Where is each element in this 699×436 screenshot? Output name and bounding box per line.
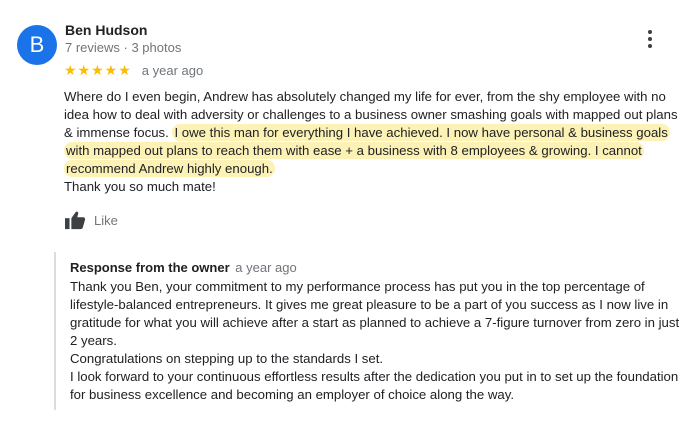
review-text: Where do I even begin, Andrew has absolu…	[64, 88, 684, 196]
thumbs-up-icon	[65, 211, 86, 230]
owner-response-paragraph: Congratulations on stepping up to the st…	[70, 351, 384, 366]
more-vertical-icon[interactable]	[642, 28, 658, 50]
owner-response-time: a year ago	[235, 260, 297, 275]
review-closing: Thank you so much mate!	[64, 179, 216, 194]
owner-response-body: Thank you Ben, your commitment to my per…	[70, 278, 688, 404]
review-time: a year ago	[141, 63, 204, 78]
owner-response-header: Response from the owner a year ago	[70, 260, 297, 275]
owner-response: Response from the owner a year ago Thank…	[54, 252, 688, 410]
star-rating: ★★★★★	[64, 62, 132, 78]
like-button[interactable]: Like	[64, 210, 118, 230]
owner-response-paragraph: Thank you Ben, your commitment to my per…	[70, 279, 680, 348]
rating-row: ★★★★★ a year ago	[64, 62, 203, 79]
reviewer-name[interactable]: Ben Hudson	[65, 22, 147, 38]
owner-response-paragraph: I look forward to your continuous effort…	[70, 369, 679, 402]
like-label: Like	[94, 212, 118, 228]
reviewer-meta: 7 reviews · 3 photos	[65, 40, 182, 55]
reviewer-avatar[interactable]: B	[17, 25, 57, 65]
owner-response-title: Response from the owner	[70, 260, 230, 275]
